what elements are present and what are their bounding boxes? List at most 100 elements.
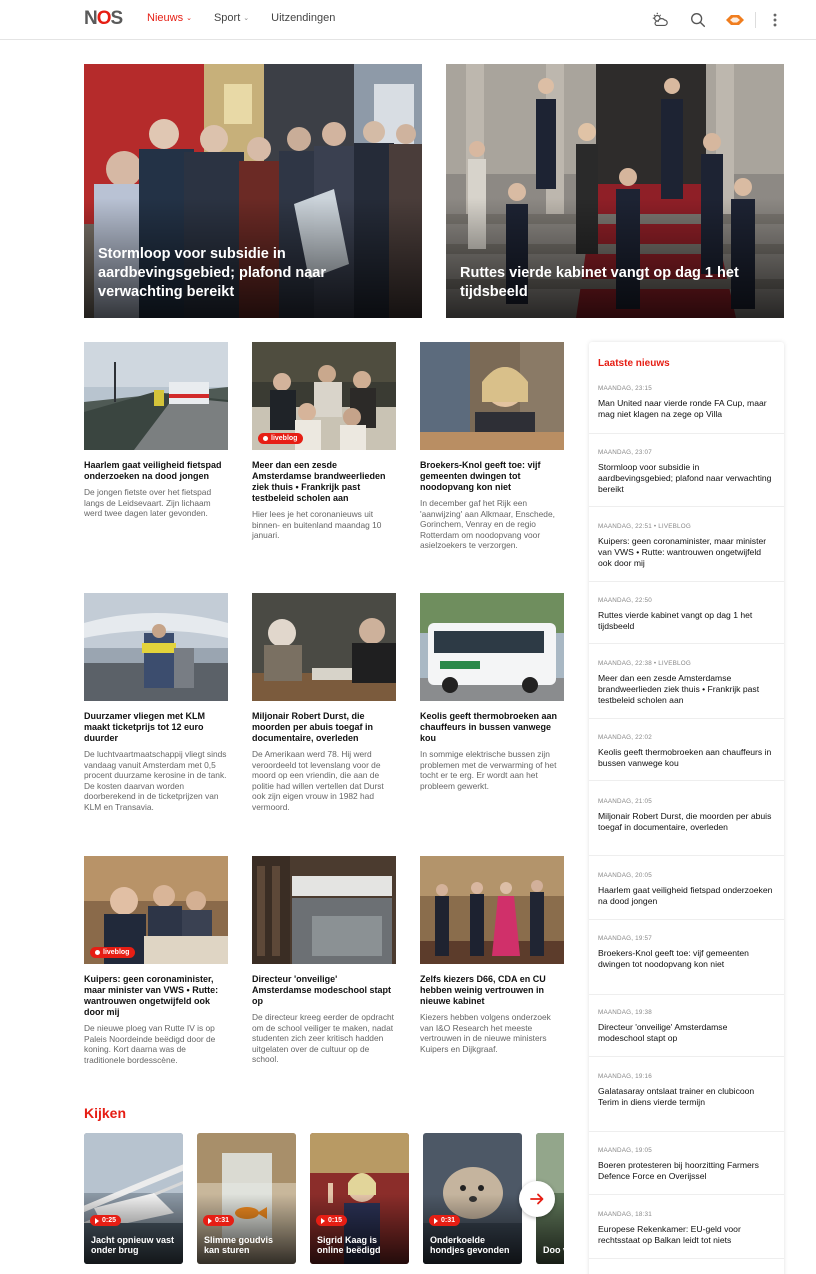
video-title: Slimme goudvis kan sturen [204, 1235, 274, 1255]
video-card[interactable]: 0:15 Sigrid Kaag is online beëdigd [310, 1133, 409, 1264]
liveblog-label: liveblog [103, 949, 130, 956]
article-thumbnail [420, 342, 564, 450]
latest-news-item[interactable]: MAANDAG, 22:51 • LIVEBLOG Kuipers: geen … [598, 523, 776, 568]
sidebar-divider [589, 643, 784, 644]
news-timestamp: MAANDAG, 23:15 [598, 385, 652, 392]
article-title: Directeur 'onveilige' Amsterdamse modesc… [252, 974, 392, 1006]
latest-news-item[interactable]: MAANDAG, 19:57 Broekers-Knol geeft toe: … [598, 935, 776, 970]
latest-news-item[interactable]: MAANDAG, 20:05 Haarlem gaat veiligheid f… [598, 872, 776, 907]
article-title: Zelfs kiezers D66, CDA en CU hebben wein… [420, 974, 546, 1006]
latest-news-item[interactable]: MAANDAG, 21:05 Miljonair Robert Durst, d… [598, 798, 776, 833]
nav-nieuws-label: Nieuws [147, 12, 184, 24]
latest-news-sidebar: Laatste nieuws MAANDAG, 23:15 Man United… [589, 342, 784, 1274]
article-card[interactable]: Directeur 'onveilige' Amsterdamse modesc… [252, 856, 396, 1065]
latest-news-item[interactable]: MAANDAG, 19:38 Directeur 'onveilige' Ams… [598, 1009, 776, 1044]
liveblog-badge: liveblog [258, 433, 304, 444]
latest-news-item[interactable]: MAANDAG, 23:15 Man United naar vierde ro… [598, 385, 776, 420]
article-summary: In december gaf het Rijk een 'aanwijzing… [420, 498, 555, 550]
video-duration: 0:15 [328, 1217, 343, 1224]
article-title: Keolis geeft thermobroeken aan chauffeur… [420, 711, 558, 743]
video-title: Jacht opnieuw vast onder brug [91, 1235, 175, 1255]
video-card[interactable]: 0:31 Slimme goudvis kan sturen [197, 1133, 296, 1264]
nav-uitzendingen[interactable]: Uitzendingen [271, 12, 335, 24]
more-vertical-icon[interactable] [766, 11, 784, 29]
news-timestamp: MAANDAG, 18:31 [598, 1211, 652, 1218]
liveblog-label: liveblog [271, 435, 298, 442]
latest-news-item[interactable]: MAANDAG, 19:05 Boeren protesteren bij ho… [598, 1147, 776, 1182]
news-headline: Broekers-Knol geeft toe: vijf gemeenten … [598, 948, 749, 969]
search-icon[interactable] [689, 11, 707, 29]
nav-sport[interactable]: Sport ⌄ [214, 12, 249, 24]
article-card[interactable]: liveblog Meer dan een zesde Amsterdamse … [252, 342, 396, 541]
nos-logo[interactable]: NOS [84, 8, 128, 29]
news-timestamp: MAANDAG, 19:05 [598, 1147, 652, 1154]
video-duration-badge: 0:31 [203, 1215, 235, 1226]
sidebar-divider [589, 1258, 784, 1259]
hero-article-1[interactable]: Stormloop voor subsidie in aardbevingsge… [84, 64, 422, 318]
latest-news-item[interactable]: MAANDAG, 19:16 Galatasaray ontslaat trai… [598, 1073, 776, 1108]
latest-news-item[interactable]: MAANDAG, 22:02 Keolis geeft thermobroeke… [598, 734, 776, 769]
article-title: Haarlem gaat veiligheid fietspad onderzo… [84, 460, 222, 481]
video-title: Onderkoelde hondjes gevonden [430, 1235, 510, 1255]
news-timestamp: MAANDAG, 23:07 [598, 449, 652, 456]
sidebar-divider [589, 919, 784, 920]
arrow-right-icon [530, 1193, 544, 1205]
sidebar-divider [589, 1194, 784, 1195]
carousel-next-button[interactable] [519, 1181, 555, 1217]
news-timestamp: MAANDAG, 22:02 [598, 734, 652, 741]
sidebar-divider [589, 433, 784, 434]
article-summary: De jongen fietste over het fietspad lang… [84, 487, 212, 518]
latest-news-item[interactable]: MAANDAG, 22:50 Ruttes vierde kabinet van… [598, 597, 776, 632]
nav-nieuws[interactable]: Nieuws ⌄ [147, 12, 192, 24]
news-headline: Boeren protesteren bij hoorzitting Farme… [598, 1160, 759, 1181]
hero-article-2[interactable]: Ruttes vierde kabinet vangt op dag 1 het… [446, 64, 784, 318]
logo-letter-o: O [96, 8, 112, 29]
article-card[interactable]: liveblog Kuipers: geen coronaminister, m… [84, 856, 228, 1065]
latest-news-item[interactable]: MAANDAG, 18:31 Europese Rekenkamer: EU-g… [598, 1211, 776, 1246]
news-headline: Keolis geeft thermobroeken aan chauffeur… [598, 747, 772, 768]
article-thumbnail [420, 856, 564, 964]
news-headline: Europese Rekenkamer: EU-geld voor rechts… [598, 1224, 741, 1245]
news-headline: Galatasaray ontslaat trainer en clubicoo… [598, 1086, 755, 1107]
article-card[interactable]: Broekers-Knol geeft toe: vijf gemeenten … [420, 342, 564, 551]
weather-icon[interactable] [651, 11, 669, 29]
article-card[interactable]: Keolis geeft thermobroeken aan chauffeur… [420, 593, 564, 791]
video-title: Sigrid Kaag is online beëdigd [317, 1235, 381, 1255]
nav-uitzendingen-label: Uitzendingen [271, 12, 336, 24]
sidebar-divider [589, 581, 784, 582]
article-card[interactable]: Haarlem gaat veiligheid fietspad onderzo… [84, 342, 228, 519]
video-duration: 0:31 [441, 1217, 456, 1224]
article-thumbnail [84, 593, 228, 701]
main-nav: Nieuws ⌄ Sport ⌄ Uitzendingen [147, 12, 335, 24]
news-headline: Directeur 'onveilige' Amsterdamse modesc… [598, 1022, 728, 1043]
sidebar-divider [589, 718, 784, 719]
nos-app-icon[interactable] [724, 11, 746, 29]
article-card[interactable]: Miljonair Robert Durst, die moorden per … [252, 593, 396, 812]
article-card[interactable]: Zelfs kiezers D66, CDA en CU hebben wein… [420, 856, 564, 1054]
play-icon [434, 1217, 438, 1224]
nav-sport-label: Sport [213, 12, 241, 24]
news-timestamp: MAANDAG, 19:38 [598, 1009, 652, 1016]
video-carousel: 0:25 Jacht opnieuw vast onder brug 0:31 … [84, 1133, 564, 1264]
video-card[interactable]: 0:31 Onderkoelde hondjes gevonden [423, 1133, 522, 1264]
news-headline: Ruttes vierde kabinet vangt op dag 1 het… [598, 610, 753, 631]
article-thumbnail [252, 856, 396, 964]
news-headline: Meer dan een zesde Amsterdamse brandweer… [598, 673, 760, 705]
logo-letter-s: S [110, 8, 124, 29]
video-card[interactable]: 0:25 Jacht opnieuw vast onder brug [84, 1133, 183, 1264]
latest-news-item[interactable]: MAANDAG, 23:07 Stormloop voor subsidie i… [598, 449, 776, 494]
news-timestamp: MAANDAG, 21:05 [598, 798, 652, 805]
play-icon [95, 1217, 99, 1224]
chevron-down-icon: ⌄ [186, 15, 192, 22]
news-headline: Kuipers: geen coronaminister, maar minis… [598, 536, 767, 568]
article-card[interactable]: Duurzamer vliegen met KLM maakt ticketpr… [84, 593, 228, 812]
news-timestamp: MAANDAG, 19:16 [598, 1073, 652, 1080]
article-thumbnail: liveblog [84, 856, 228, 964]
play-icon [321, 1217, 325, 1224]
article-summary: De luchtvaartmaatschappij vliegt sinds v… [84, 749, 227, 812]
latest-news-item[interactable]: MAANDAG, 22:38 • LIVEBLOG Meer dan een z… [598, 660, 776, 705]
article-title: Kuipers: geen coronaminister, maar minis… [84, 974, 219, 1017]
news-timestamp: MAANDAG, 22:51 • LIVEBLOG [598, 523, 691, 530]
chevron-down-icon: ⌄ [243, 15, 250, 22]
article-summary: De directeur kreeg eerder de opdracht om… [252, 1012, 394, 1064]
